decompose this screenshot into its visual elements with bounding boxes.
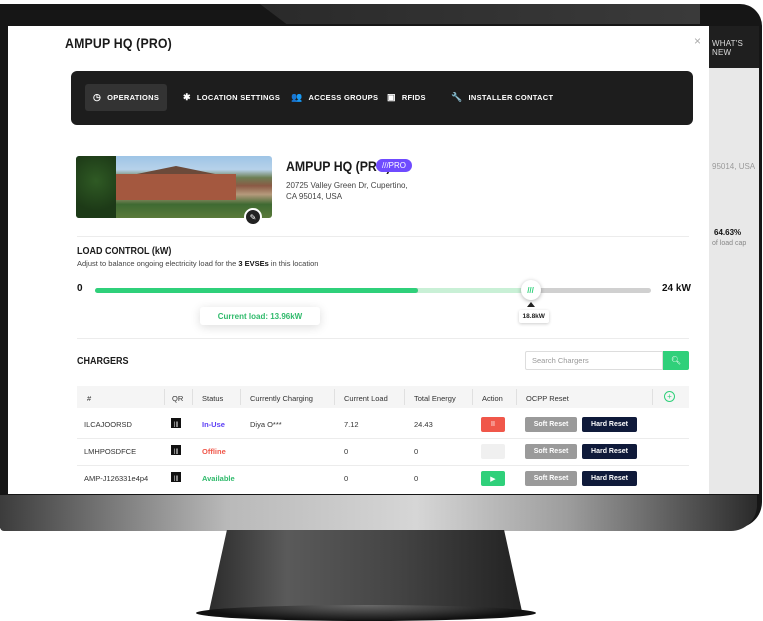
- column-header: OCPP Reset: [526, 394, 569, 403]
- hard-reset-button[interactable]: Hard Reset: [582, 417, 637, 432]
- charger-id[interactable]: AMP-J126331e4p4: [84, 474, 148, 483]
- tab-operations[interactable]: ◷ OPERATIONS: [85, 84, 168, 111]
- load-max-label: 24 kW: [662, 283, 691, 294]
- cap-marker-icon: [526, 302, 535, 307]
- current-load: 0: [344, 474, 349, 483]
- column-separator: [404, 389, 405, 405]
- column-header: Currently Charging: [250, 394, 313, 403]
- location-photo: [76, 156, 272, 218]
- add-charger-icon[interactable]: +: [664, 391, 675, 402]
- hard-reset-button[interactable]: Hard Reset: [582, 444, 637, 459]
- column-header: Current Load: [344, 394, 388, 403]
- load-control-subtitle: Adjust to balance ongoing electricity lo…: [77, 259, 319, 268]
- qr-code-icon[interactable]: [171, 445, 181, 455]
- soft-reset-button[interactable]: Soft Reset: [525, 471, 577, 486]
- row-divider: [77, 438, 689, 439]
- column-separator: [240, 389, 241, 405]
- pro-badge: ///PRO: [376, 159, 413, 172]
- search-chargers-input[interactable]: [525, 351, 663, 370]
- load-cap-label: 18.8kW: [518, 310, 549, 323]
- tab-location-settings[interactable]: ✱ LOCATION SETTINGS: [175, 84, 288, 111]
- column-separator: [192, 389, 193, 405]
- modal-title: AMPUP HQ (PRO): [65, 35, 172, 51]
- current-load: 7.12: [344, 420, 359, 429]
- load-cap-slider-handle[interactable]: ///: [520, 280, 541, 300]
- load-min-label: 0: [77, 283, 83, 294]
- disabled-action-button: [481, 444, 505, 459]
- tab-access-groups[interactable]: 👥 ACCESS GROUPS: [283, 84, 386, 111]
- address-line-1: 20725 Valley Green Dr, Cupertino,: [286, 181, 408, 190]
- chargers-title: CHARGERS: [77, 356, 129, 367]
- background-percent: 64.63%: [714, 228, 742, 237]
- start-charging-button[interactable]: ▶: [481, 471, 505, 486]
- column-header: Status: [202, 394, 224, 403]
- current-load: 0: [344, 447, 349, 456]
- close-icon[interactable]: ×: [694, 34, 701, 48]
- gear-icon: ✱: [183, 92, 191, 102]
- address-line-2: CA 95014, USA: [286, 192, 343, 201]
- monitor-chin: [0, 495, 757, 531]
- background-load-cap-label: of load cap: [712, 240, 747, 247]
- wrench-icon: 🔧: [451, 92, 463, 102]
- location-modal: AMPUP HQ (PRO) × ◷ OPERATIONS ✱ LOCATION…: [8, 26, 709, 494]
- total-energy: 0: [414, 474, 419, 483]
- tab-rfids[interactable]: ▣ RFIDS: [379, 84, 434, 111]
- qr-code-icon[interactable]: [171, 418, 181, 428]
- column-separator: [334, 389, 335, 405]
- current-load-fill: [95, 288, 419, 293]
- load-control-title: LOAD CONTROL (kW): [77, 246, 172, 257]
- charger-status: In-Use: [202, 420, 225, 429]
- load-cap-range: [418, 288, 531, 293]
- users-icon: 👥: [291, 92, 303, 102]
- column-header: Total Energy: [414, 394, 456, 403]
- currently-charging: Diya O***: [250, 420, 282, 429]
- tab-label: LOCATION SETTINGS: [196, 93, 281, 102]
- total-energy: 24.43: [414, 420, 433, 429]
- hard-reset-button[interactable]: Hard Reset: [582, 471, 637, 486]
- tab-label: ACCESS GROUPS: [308, 93, 379, 102]
- column-header: #: [87, 394, 92, 403]
- divider: [77, 338, 689, 339]
- column-separator: [164, 389, 165, 405]
- current-load-tooltip: Current load: 13.96kW: [200, 307, 320, 325]
- total-energy: 0: [414, 447, 419, 456]
- monitor-stand-base: [196, 605, 536, 621]
- divider: [77, 236, 689, 237]
- column-separator: [472, 389, 473, 405]
- search-icon[interactable]: 🔍︎: [663, 351, 689, 370]
- row-divider: [77, 465, 689, 466]
- qr-code-icon[interactable]: [171, 472, 181, 482]
- monitor-glare: [260, 4, 700, 24]
- location-name: AMPUP HQ (PRO): [286, 158, 391, 174]
- column-header: QR: [172, 394, 184, 403]
- soft-reset-button[interactable]: Soft Reset: [525, 417, 577, 432]
- card-icon: ▣: [387, 92, 396, 102]
- charger-status: Offline: [202, 447, 226, 456]
- column-separator: [652, 389, 653, 405]
- tab-installer-contact[interactable]: 🔧 INSTALLER CONTACT: [443, 84, 561, 111]
- gauge-icon: ◷: [93, 92, 102, 102]
- background-address-fragment: 95014, USA: [712, 162, 756, 171]
- location-nav-bar: ◷ OPERATIONS ✱ LOCATION SETTINGS 👥 ACCES…: [71, 71, 693, 125]
- location-address: 20725 Valley Green Dr, Cupertino, CA 950…: [286, 180, 436, 202]
- charger-id[interactable]: LMHPOSDFCE: [84, 447, 136, 456]
- tab-label: OPERATIONS: [107, 93, 160, 102]
- pause-charging-button[interactable]: II: [481, 417, 505, 432]
- column-separator: [516, 389, 517, 405]
- background-panel: [704, 68, 759, 494]
- tab-label: INSTALLER CONTACT: [468, 93, 554, 102]
- tab-label: RFIDS: [401, 93, 426, 102]
- monitor-screen: WHAT'S NEW 95014, USA 64.63% of load cap…: [8, 26, 759, 494]
- soft-reset-button[interactable]: Soft Reset: [525, 444, 577, 459]
- monitor-stand-neck: [208, 530, 523, 616]
- column-header: Action: [482, 394, 503, 403]
- whats-new-link[interactable]: WHAT'S NEW: [712, 39, 759, 57]
- edit-photo-icon[interactable]: ✎: [244, 208, 262, 226]
- charger-id[interactable]: ILCAJOORSD: [84, 420, 132, 429]
- charger-status: Available: [202, 474, 235, 483]
